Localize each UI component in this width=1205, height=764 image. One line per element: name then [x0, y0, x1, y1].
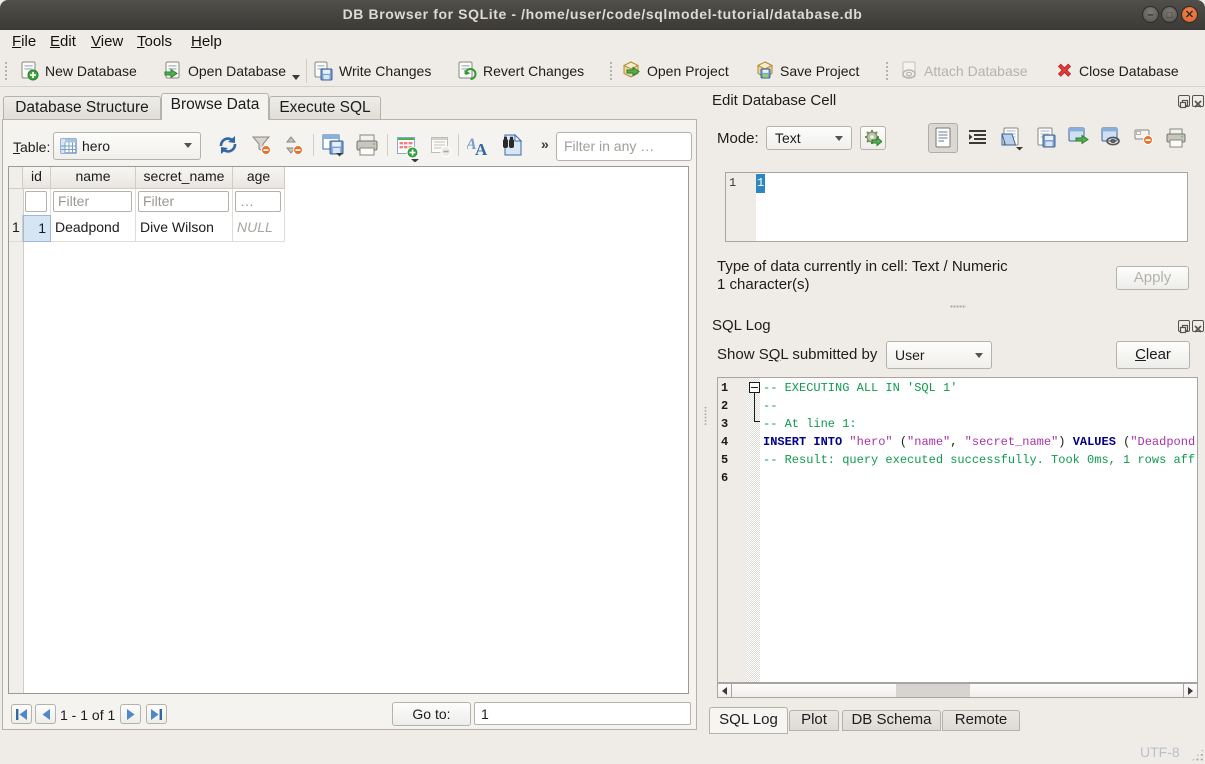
- svg-text:A: A: [475, 140, 488, 157]
